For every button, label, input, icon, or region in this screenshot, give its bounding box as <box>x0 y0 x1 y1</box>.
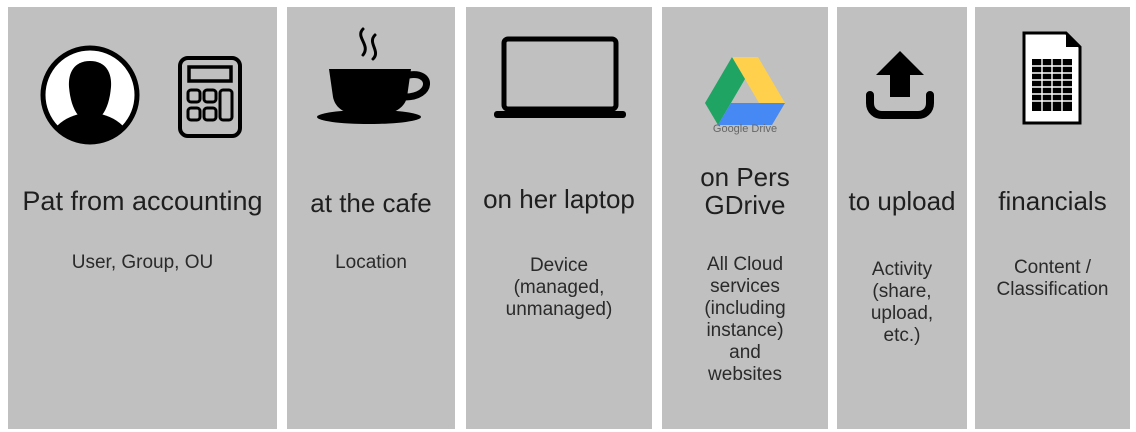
panel-cloud-services: Google Drive on Pers GDrive All Cloud se… <box>662 7 828 429</box>
calculator-icon <box>178 56 242 138</box>
google-drive-caption: Google Drive <box>712 123 778 135</box>
person-icon <box>40 45 140 145</box>
panel-title: on Pers GDrive <box>700 162 790 220</box>
panel-content: financials Content / Classification <box>975 7 1130 429</box>
laptop-icon <box>494 36 626 118</box>
panel-title: at the cafe <box>310 188 432 218</box>
panel-user: Pat from accounting User, Group, OU <box>8 7 277 429</box>
google-drive-icon <box>705 57 785 125</box>
panel-title: financials <box>998 186 1107 216</box>
panel-subtitle: Device (managed, unmanaged) <box>505 255 613 320</box>
panel-subtitle: Activity (share, upload, etc.) <box>870 259 934 346</box>
panel-subtitle: Content / Classification <box>996 257 1109 300</box>
panel-device: on her laptop Device (managed, unmanaged… <box>466 7 652 429</box>
panel-subtitle: User, Group, OU <box>71 252 214 273</box>
panel-activity: to upload Activity (share, upload, etc.) <box>837 7 967 429</box>
panel-title: Pat from accounting <box>22 186 263 216</box>
panel-subtitle: Location <box>335 252 407 273</box>
spreadsheet-document-icon <box>1022 31 1082 125</box>
panel-title: to upload <box>848 186 956 216</box>
upload-icon <box>866 51 934 119</box>
panel-title: on her laptop <box>483 184 635 214</box>
panel-subtitle: All Cloud services (including instance) … <box>704 254 786 385</box>
panel-location: at the cafe Location <box>287 7 455 429</box>
coffee-cup-icon <box>317 27 430 124</box>
